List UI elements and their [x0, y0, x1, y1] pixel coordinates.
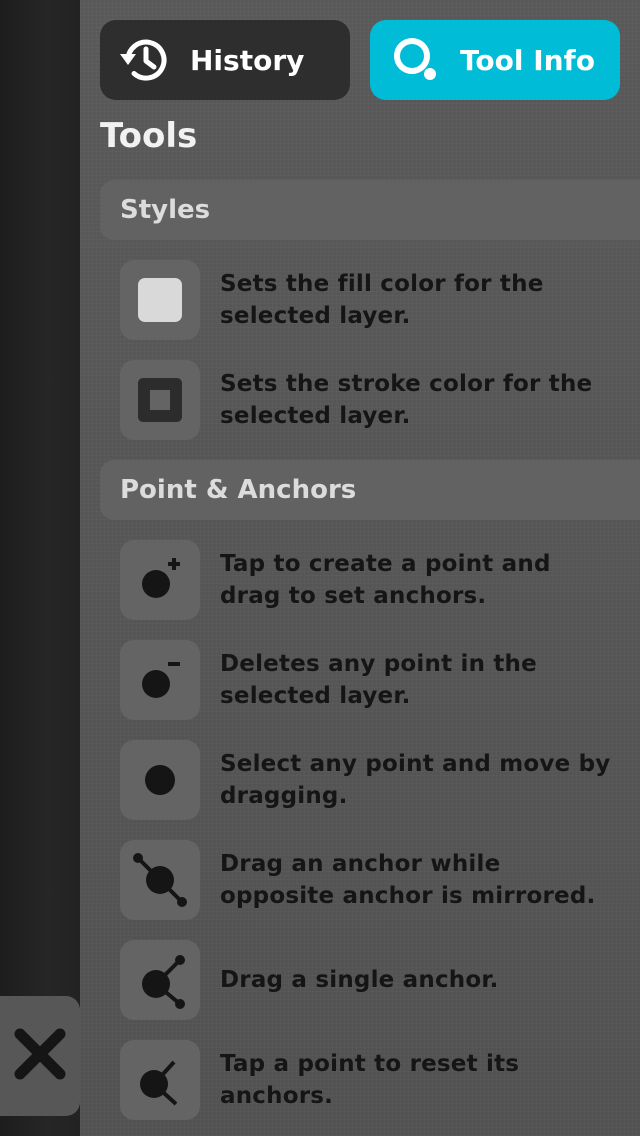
stroke-color-icon — [120, 360, 200, 440]
history-icon — [116, 30, 176, 90]
tool-info-icon — [386, 30, 446, 90]
left-strip — [0, 0, 80, 1136]
page-title: Tools — [100, 116, 198, 156]
close-icon — [12, 1026, 68, 1086]
delete-point-icon — [120, 640, 200, 720]
tool-description: Tap to create a point and drag to set an… — [220, 551, 551, 609]
list-item[interactable]: Sets the stroke color for the selected l… — [120, 360, 620, 440]
list-item[interactable]: Tap to create a point and drag to set an… — [120, 540, 620, 620]
add-point-icon — [120, 540, 200, 620]
list-item[interactable]: Sets the fill color for the selected lay… — [120, 260, 620, 340]
tool-panel: History Tool Info Tools Styles Sets the … — [80, 0, 640, 1136]
tool-description: Drag an anchor while opposite anchor is … — [220, 851, 596, 909]
list-item[interactable]: Deletes any point in the selected layer. — [120, 640, 620, 720]
tool-description: Sets the stroke color for the selected l… — [220, 371, 593, 429]
single-anchor-icon — [120, 940, 200, 1020]
tool-description: Deletes any point in the selected layer. — [220, 651, 537, 709]
mirrored-anchor-icon — [120, 840, 200, 920]
tab-tool-info[interactable]: Tool Info — [370, 20, 620, 100]
close-button[interactable] — [0, 996, 80, 1116]
tab-tool-info-label: Tool Info — [460, 43, 595, 77]
list-item[interactable]: Select any point and move by dragging. — [120, 740, 620, 820]
tab-history-label: History — [190, 43, 305, 77]
list-item[interactable]: Drag an anchor while opposite anchor is … — [120, 840, 620, 920]
tool-description: Select any point and move by dragging. — [220, 751, 611, 809]
tool-description: Sets the fill color for the selected lay… — [220, 271, 544, 329]
section-header-point-anchors: Point & Anchors — [100, 460, 640, 520]
tool-description: Tap a point to reset its anchors. — [220, 1051, 520, 1109]
list-item[interactable]: Tap a point to reset its anchors. — [120, 1040, 620, 1120]
reset-anchor-icon — [120, 1040, 200, 1120]
section-header-styles: Styles — [100, 180, 640, 240]
tab-history[interactable]: History — [100, 20, 350, 100]
list-item[interactable]: Drag a single anchor. — [120, 940, 620, 1020]
tool-description: Drag a single anchor. — [220, 967, 499, 993]
fill-color-icon — [120, 260, 200, 340]
select-point-icon — [120, 740, 200, 820]
